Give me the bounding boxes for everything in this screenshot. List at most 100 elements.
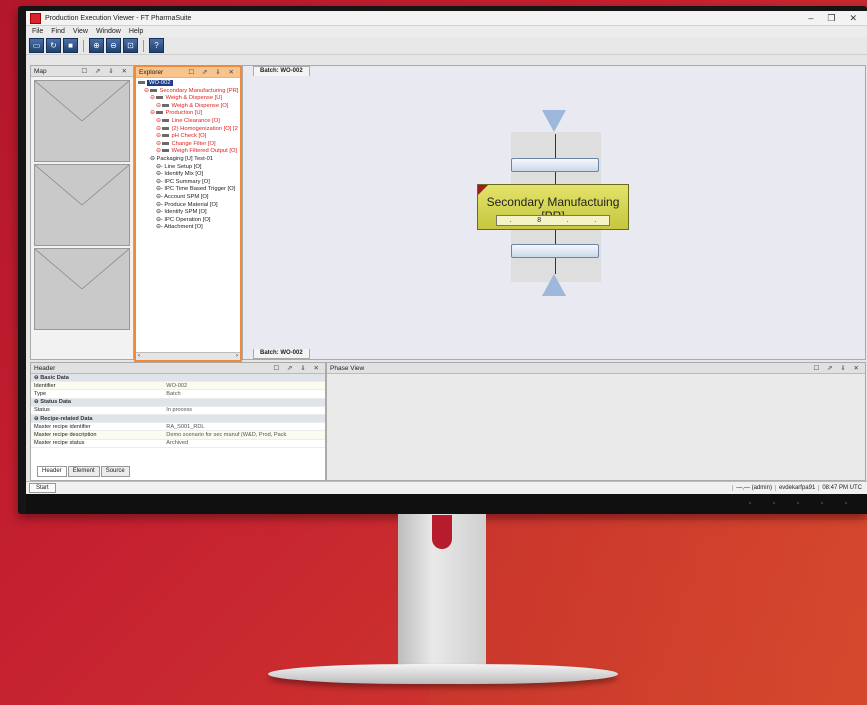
toolbar: ▭ ↻ ■ ⊕ ⊖ ⊡ ? [26, 37, 867, 55]
app-logo-icon [30, 12, 41, 24]
section-row[interactable]: ⊖ Basic Data [31, 374, 325, 383]
step-counter: . [594, 217, 597, 224]
tree-node[interactable]: ⊖ pH Check [O] [138, 133, 238, 141]
table-row: Master recipe status Archived [31, 439, 325, 448]
tree-node[interactable]: ⊖- IPC Operation [O] [138, 217, 238, 225]
app-window: Production Execution Viewer - FT PharmaS… [26, 11, 867, 494]
step-status-flag [478, 185, 488, 195]
horizontal-scrollbar[interactable]: ‹ › [136, 352, 240, 360]
tree-node[interactable]: ⊖- Account SPM [O] [138, 194, 238, 202]
toolbar-divider [143, 39, 144, 52]
tree-node[interactable]: ⊖ Weigh Filtered Output [O] [138, 148, 238, 156]
station-name: evdekarfpa91 [774, 485, 818, 491]
tree-node[interactable]: ⊖ Change Filter [O] [138, 141, 238, 149]
table-row: Status In process [31, 406, 325, 415]
status-bar: Start —,— (admin) evdekarfpa91 08:47 PM … [26, 481, 867, 494]
zoom-fit-icon[interactable]: ⊡ [123, 38, 138, 53]
panel-controls[interactable]: ☐ ⇗ ⇓ ✕ [813, 364, 862, 372]
map-panel-title: Map [34, 67, 47, 75]
table-row: Type Batch [31, 389, 325, 399]
refresh-icon[interactable]: ↻ [46, 38, 61, 53]
map-panel: Map ☐ ⇗ ⇓ ✕ [30, 65, 134, 360]
stop-icon[interactable]: ■ [63, 38, 78, 53]
start-button[interactable]: Start [29, 483, 56, 493]
tree-node[interactable]: ⊖- Line Setup [O] [138, 164, 238, 172]
monitor-bezel [26, 494, 867, 514]
menu-bar: File Find View Window Help [26, 26, 867, 37]
toolbar-divider [83, 39, 84, 52]
folder-icon [138, 80, 145, 84]
help-icon[interactable]: ? [149, 38, 164, 53]
explorer-tree: WO-002 ⊖ Secondary Manufacturing [PR] ⊖ … [136, 78, 240, 234]
batch-editor: Batch: WO-002 Secondary Manufactuing [PR… [242, 65, 866, 360]
tab-element[interactable]: Element [67, 466, 100, 477]
map-thumbnail[interactable] [34, 248, 130, 330]
scroll-right-icon[interactable]: › [236, 353, 238, 360]
folder-icon [162, 118, 170, 122]
section-row[interactable]: ⊖ Status Data [31, 398, 325, 407]
tree-node[interactable]: ⊖- Attachment [O] [138, 224, 238, 232]
properties-table: ⊖ Basic Data Identifier WO-002 Type Batch … [31, 374, 325, 448]
open-icon[interactable]: ▭ [29, 38, 44, 53]
tree-node[interactable]: ⊖ Line Clearance [O] [138, 118, 238, 126]
menu-view[interactable]: View [73, 28, 88, 35]
tree-node[interactable]: ⊖ (2) Homogenization [O] [2 [138, 126, 238, 134]
menu-window[interactable]: Window [96, 28, 121, 35]
tree-node[interactable]: ⊖ Packaging [U] Test-01 [138, 156, 238, 164]
tab-header[interactable]: Header [37, 466, 67, 477]
folder-icon [162, 141, 170, 145]
table-row: Master recipe description Demo scenario f… [31, 430, 325, 440]
tree-node[interactable]: ⊖- IPC Time Based Trigger [O] [138, 186, 238, 194]
panel-controls[interactable]: ☐ ⇗ ⇓ ✕ [273, 364, 322, 372]
tree-node[interactable]: ⊖ Secondary Manufacturing [PR] [138, 88, 238, 96]
tree-node[interactable]: WO-002 [138, 80, 238, 88]
tab-source[interactable]: Source [100, 466, 130, 477]
tree-node[interactable]: ⊖ Weigh & Dispense [U] [138, 95, 238, 103]
step-counter: 8 [537, 217, 542, 224]
menu-help[interactable]: Help [129, 28, 143, 35]
zoom-out-icon[interactable]: ⊖ [106, 38, 121, 53]
user-status: —,— (admin) [732, 485, 775, 491]
folder-icon [156, 111, 164, 115]
step-node[interactable]: Secondary Manufactuing [PR] . 8 . . [477, 184, 629, 230]
tree-node[interactable]: ⊖- Identify SPM [O] [138, 209, 238, 217]
menu-find[interactable]: Find [51, 28, 65, 35]
transition-bar[interactable] [511, 158, 599, 172]
tab-batch[interactable]: Batch: WO-002 [253, 66, 310, 76]
end-node-icon[interactable] [542, 274, 566, 296]
menu-file[interactable]: File [32, 28, 43, 35]
explorer-panel-title: Explorer [139, 68, 164, 76]
panel-controls[interactable]: ☐ ⇗ ⇓ ✕ [81, 67, 130, 75]
tree-node[interactable]: ⊖- IPC Summary [O] [138, 179, 238, 187]
title-bar: Production Execution Viewer - FT PharmaS… [26, 11, 867, 26]
phase-panel-title: Phase View [330, 364, 365, 372]
panel-controls[interactable]: ☐ ⇗ ⇓ ✕ [188, 68, 237, 76]
table-row: Identifier WO-002 [31, 381, 325, 391]
explorer-panel: Explorer ☐ ⇗ ⇓ ✕ WO-002 ⊖ Secondary Manu… [134, 65, 242, 362]
restore-icon[interactable]: ❐ [827, 13, 835, 24]
header-panel-title: Header [34, 364, 56, 372]
map-thumbnail[interactable] [34, 164, 130, 246]
start-node-icon[interactable] [542, 110, 566, 132]
step-counter: . [509, 217, 512, 224]
folder-icon [162, 134, 170, 138]
folder-icon [162, 126, 170, 130]
tree-node[interactable]: ⊖- Produce Material [O] [138, 202, 238, 210]
monitor-base [268, 664, 618, 684]
folder-icon [150, 88, 158, 92]
tree-node[interactable]: ⊖ Weigh & Dispense [O] [138, 103, 238, 111]
header-panel: Header ☐ ⇗ ⇓ ✕ ⊖ Basic Data Identifier WO… [30, 362, 326, 481]
tab-batch-bottom[interactable]: Batch: WO-002 [253, 349, 310, 359]
close-icon[interactable]: ✕ [849, 13, 857, 24]
map-thumbnail[interactable] [34, 80, 130, 162]
scroll-left-icon[interactable]: ‹ [138, 353, 140, 360]
minimize-icon[interactable]: – [808, 13, 813, 24]
transition-bar[interactable] [511, 244, 599, 258]
phase-view-panel: Phase View ☐ ⇗ ⇓ ✕ [326, 362, 866, 481]
section-row[interactable]: ⊖ Recipe-related Data [31, 414, 325, 424]
tree-node[interactable]: ⊖- Identify Mix [O] [138, 171, 238, 179]
step-counters: . 8 . . [496, 215, 610, 226]
zoom-in-icon[interactable]: ⊕ [89, 38, 104, 53]
tree-node[interactable]: ⊖ Production [U] [138, 110, 238, 118]
cable-cutout [432, 515, 452, 549]
